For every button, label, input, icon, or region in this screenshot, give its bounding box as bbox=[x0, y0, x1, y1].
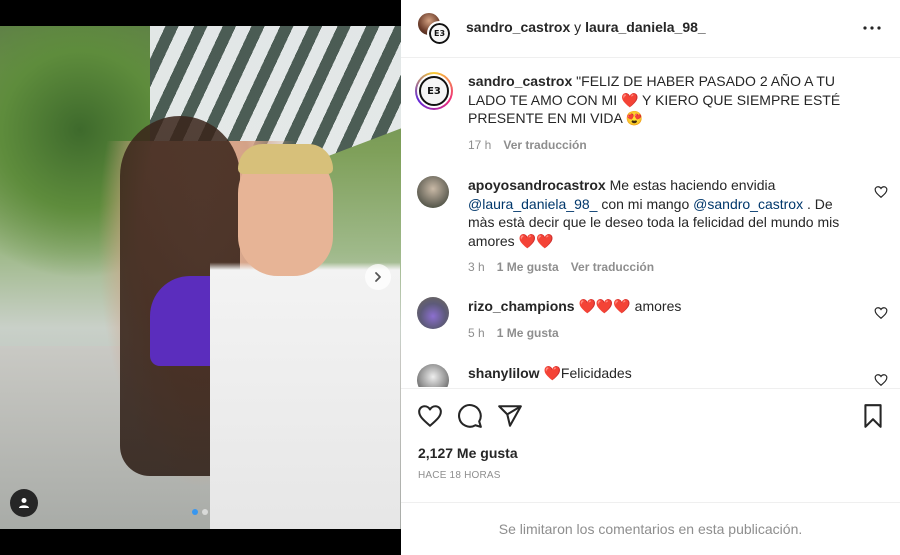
comment-body: apoyosandrocastrox Me estas haciendo env… bbox=[468, 176, 848, 277]
comment-username[interactable]: rizo_champions bbox=[468, 298, 575, 314]
post-panel: E3 sandro_castrox y laura_daniela_98_ E3… bbox=[401, 0, 900, 555]
avatar: E3 bbox=[427, 21, 452, 46]
post-header: E3 sandro_castrox y laura_daniela_98_ bbox=[401, 0, 900, 58]
more-options-button[interactable] bbox=[862, 18, 882, 38]
caption-meta: 17 h Ver traducción bbox=[468, 136, 858, 155]
carousel-indicator bbox=[192, 509, 208, 515]
brand-logo-icon: E3 bbox=[419, 76, 449, 106]
carousel-dot-active bbox=[192, 509, 198, 515]
comment-time[interactable]: 3 h bbox=[468, 258, 485, 277]
header-avatars[interactable]: E3 bbox=[417, 12, 453, 46]
avatar[interactable] bbox=[417, 364, 449, 387]
like-comment-heart-icon[interactable] bbox=[874, 185, 888, 199]
header-title: sandro_castrox y laura_daniela_98_ bbox=[466, 19, 706, 35]
header-user2-link[interactable]: laura_daniela_98_ bbox=[585, 19, 706, 35]
bookmark-icon[interactable] bbox=[860, 403, 886, 429]
logo-text: E3 bbox=[433, 29, 446, 38]
avatar[interactable] bbox=[417, 176, 449, 208]
post-timestamp[interactable]: HACE 18 HORAS bbox=[418, 470, 501, 481]
tagged-users-button[interactable] bbox=[10, 489, 38, 517]
translate-button[interactable]: Ver traducción bbox=[503, 136, 586, 155]
avatar[interactable] bbox=[417, 297, 449, 329]
comment-icon[interactable] bbox=[457, 403, 483, 429]
comment-username[interactable]: apoyosandrocastrox bbox=[468, 177, 606, 193]
mention-link[interactable]: @laura_daniela_98_ bbox=[468, 196, 597, 212]
photo-hair-man bbox=[238, 144, 333, 174]
caption-body: sandro_castrox "FELIZ DE HABER PASADO 2 … bbox=[468, 72, 858, 154]
post-actions: 2,127 Me gusta HACE 18 HORAS bbox=[401, 388, 900, 503]
caption-time[interactable]: 17 h bbox=[468, 136, 491, 155]
share-icon[interactable] bbox=[497, 403, 523, 429]
caption-username[interactable]: sandro_castrox bbox=[468, 73, 572, 89]
logo-text: E3 bbox=[427, 85, 441, 97]
carousel-dot bbox=[202, 509, 208, 515]
mention-link[interactable]: @sandro_castrox bbox=[693, 196, 803, 212]
comment-text: ❤️Felicidades bbox=[543, 365, 632, 381]
post-photo[interactable] bbox=[0, 26, 401, 529]
translate-button[interactable]: Ver traducción bbox=[571, 258, 654, 277]
comment-body: shanylilow ❤️Felicidades bbox=[468, 364, 848, 383]
post-media bbox=[0, 0, 401, 555]
user-icon bbox=[19, 498, 29, 508]
comment-likes-count[interactable]: 1 Me gusta bbox=[497, 258, 559, 277]
carousel-next-button[interactable] bbox=[365, 264, 391, 290]
comments-limited-notice: Se limitaron los comentarios en esta pub… bbox=[401, 502, 900, 555]
heart-icon[interactable] bbox=[417, 403, 443, 429]
more-horizontal-icon bbox=[863, 26, 881, 30]
comment-meta: 5 h 1 Me gusta bbox=[468, 324, 848, 343]
avatar: E3 bbox=[417, 74, 451, 108]
avatar-story-ring[interactable]: E3 bbox=[415, 72, 453, 110]
like-comment-heart-icon[interactable] bbox=[874, 373, 888, 387]
comment-meta: 3 h 1 Me gusta Ver traducción bbox=[468, 258, 848, 277]
header-joiner: y bbox=[574, 19, 582, 35]
like-comment-heart-icon[interactable] bbox=[874, 306, 888, 320]
chevron-right-icon bbox=[375, 272, 381, 282]
likes-count[interactable]: 2,127 Me gusta bbox=[418, 445, 518, 461]
comment-text: con mi mango bbox=[601, 195, 690, 212]
comment-username[interactable]: shanylilow bbox=[468, 365, 540, 381]
comment-body: rizo_champions ❤️❤️❤️ amores 5 h 1 Me gu… bbox=[468, 297, 848, 342]
comment-likes-count[interactable]: 1 Me gusta bbox=[497, 324, 559, 343]
brand-logo-icon: E3 bbox=[429, 23, 450, 44]
comment-time[interactable]: 5 h bbox=[468, 324, 485, 343]
comment-text: ❤️❤️❤️ amores bbox=[578, 298, 682, 314]
comments-limited-text: Se limitaron los comentarios en esta pub… bbox=[498, 521, 803, 537]
comment-text: Me estas haciendo envidia bbox=[609, 177, 776, 193]
comments-list[interactable]: E3 sandro_castrox "FELIZ DE HABER PASADO… bbox=[401, 59, 900, 387]
header-user1-link[interactable]: sandro_castrox bbox=[466, 19, 570, 35]
